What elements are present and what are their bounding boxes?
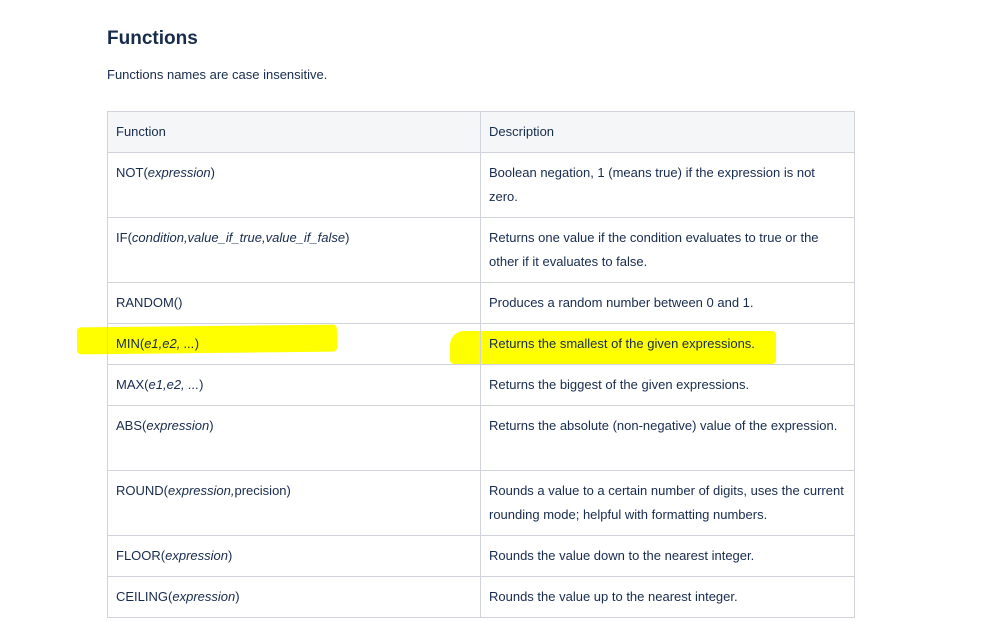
function-args: expression [147, 165, 211, 180]
function-cell: NOT(expression) [107, 152, 481, 218]
function-args: expression, [168, 483, 235, 498]
function-cell: MIN(e1,e2, ...) [107, 323, 481, 365]
function-name: IF [116, 230, 128, 245]
table-row: MIN(e1,e2, ...) Returns the smallest of t… [107, 323, 855, 365]
function-name: MAX [116, 377, 145, 392]
description-cell: Rounds the value down to the nearest int… [480, 535, 855, 577]
page-title: Functions [107, 28, 198, 49]
function-close-paren: ) [235, 589, 240, 604]
function-args-plain: precision [234, 483, 287, 498]
description-cell: Rounds a value to a certain number of di… [480, 470, 855, 536]
function-close-paren: ) [209, 418, 214, 433]
function-cell: FLOOR(expression) [107, 535, 481, 577]
table-row: CEILING(expression) Rounds the value up t… [107, 576, 855, 618]
functions-table: Function Description NOT(expression) Bool… [107, 111, 855, 618]
function-close-paren: ) [210, 165, 216, 180]
description-cell: Produces a random number between 0 and 1… [480, 282, 855, 324]
description-cell: Returns the biggest of the given express… [480, 364, 855, 406]
function-args: condition,value_if_true,value_if_false [131, 230, 346, 245]
function-args: e1,e2, ... [148, 377, 200, 392]
function-close-paren: ) [345, 230, 350, 245]
function-args: expression [165, 548, 229, 563]
function-name: MIN [116, 336, 140, 351]
intro-text: Functions names are case insensitive. [107, 67, 328, 82]
function-cell: MAX(e1,e2, ...) [107, 364, 481, 406]
description-cell: Returns the absolute (non-negative) valu… [480, 405, 855, 471]
function-args: expression [172, 589, 236, 604]
function-name: ABS [116, 418, 143, 433]
table-row: ABS(expression) Returns the absolute (non… [107, 405, 855, 471]
function-name: CEILING [116, 589, 169, 604]
function-args: e1,e2, ... [144, 336, 195, 351]
table-row: RANDOM() Produces a random number between… [107, 282, 855, 324]
function-cell: CEILING(expression) [107, 576, 481, 618]
column-header-description: Description [480, 111, 855, 153]
description-cell: Rounds the value up to the nearest integ… [480, 576, 855, 618]
function-cell: RANDOM() [107, 282, 481, 324]
function-cell: ROUND(expression,precision) [107, 470, 481, 536]
table-row: NOT(expression) Boolean negation, 1 (mean… [107, 152, 855, 218]
function-name: RANDOM [116, 295, 174, 310]
table-row: ROUND(expression,precision) Rounds a valu… [107, 470, 855, 536]
function-name: NOT [116, 165, 144, 180]
function-cell: ABS(expression) [107, 405, 481, 471]
description-cell: Returns the smallest of the given expres… [480, 323, 855, 365]
column-header-function: Function [107, 111, 481, 153]
function-name: ROUND [116, 483, 164, 498]
function-close-paren: ) [228, 548, 233, 563]
function-close-paren: ) [286, 483, 291, 498]
function-close-paren: ) [199, 377, 204, 392]
description-cell: Returns one value if the condition evalu… [480, 217, 855, 283]
function-cell: IF(condition,value_if_true,value_if_fals… [107, 217, 481, 283]
table-row: FLOOR(expression) Rounds the value down t… [107, 535, 855, 577]
function-args: expression [146, 418, 210, 433]
table-row: MAX(e1,e2, ...) Returns the biggest of th… [107, 364, 855, 406]
function-close-paren: ) [194, 336, 200, 351]
function-name: FLOOR [116, 548, 161, 563]
function-close-paren: ) [178, 295, 183, 310]
table-row: IF(condition,value_if_true,value_if_fals… [107, 217, 855, 283]
table-header-row: Function Description [107, 111, 855, 153]
description-cell: Boolean negation, 1 (means true) if the … [480, 152, 855, 218]
